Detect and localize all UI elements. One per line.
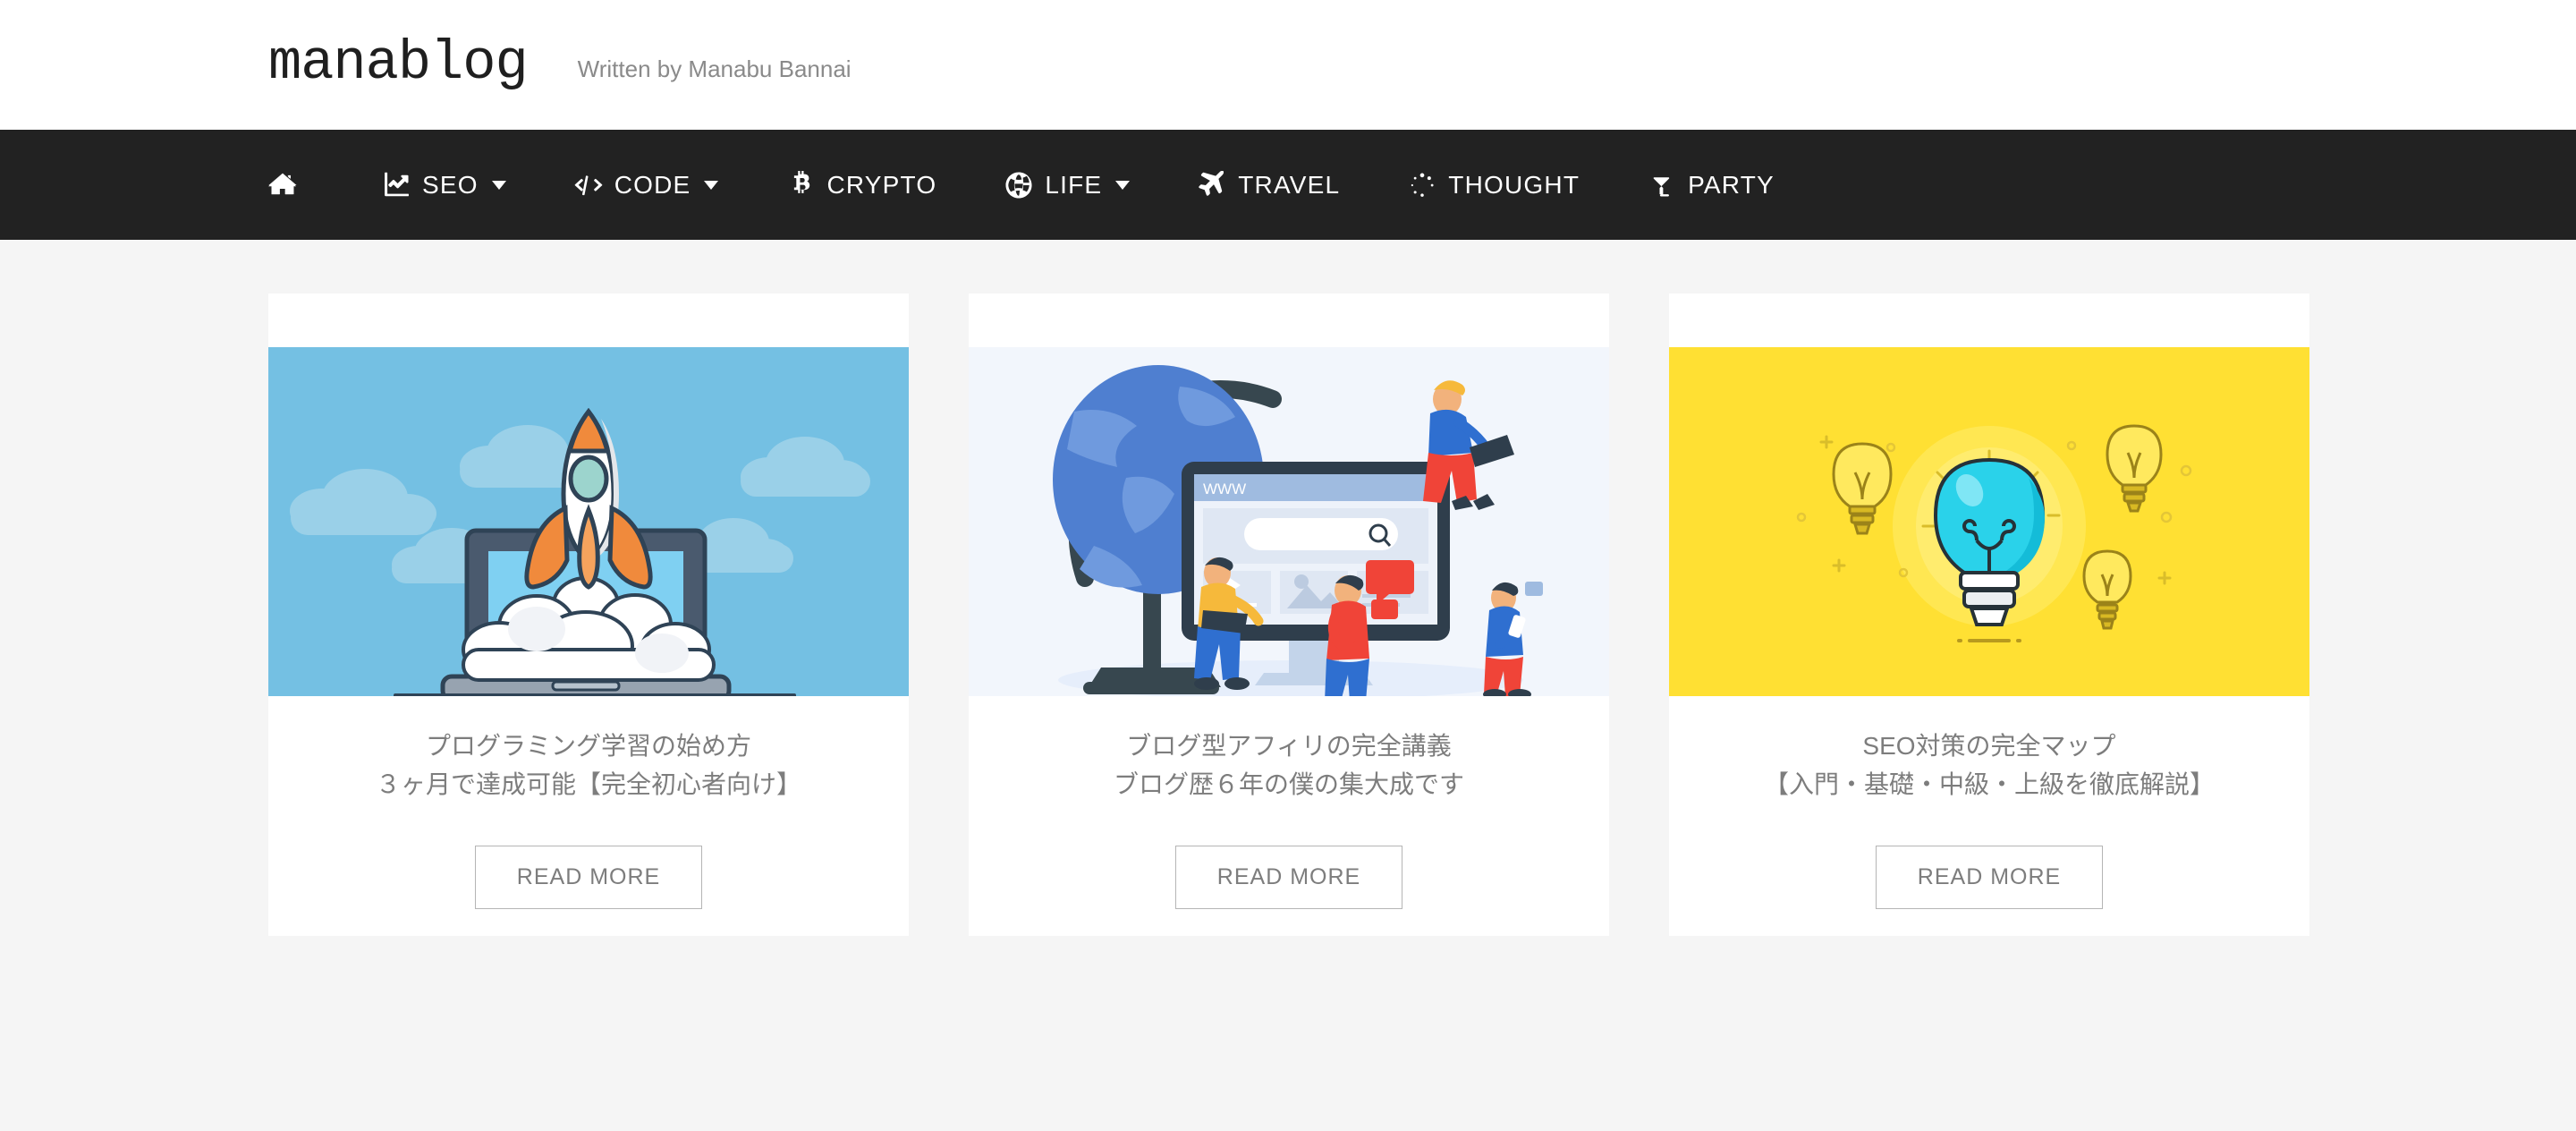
circle-notch-icon bbox=[1408, 171, 1436, 200]
home-icon bbox=[268, 171, 297, 200]
card-footer: READ MORE bbox=[1696, 845, 2283, 909]
nav-item-life[interactable]: LIFE bbox=[1004, 170, 1131, 200]
chevron-down-icon bbox=[704, 180, 719, 190]
article-card-grid: プログラミング学習の始め方 ３ヶ月で達成可能【完全初心者向け】 READ MOR… bbox=[0, 240, 2576, 936]
code-icon bbox=[574, 171, 603, 200]
bitcoin-icon bbox=[786, 170, 815, 200]
nav-item-crypto[interactable]: CRYPTO bbox=[786, 170, 937, 200]
read-more-button[interactable]: READ MORE bbox=[474, 845, 703, 909]
chevron-down-icon bbox=[1115, 180, 1131, 190]
nav-item-party[interactable]: PARTY bbox=[1648, 171, 1775, 200]
nav-item-travel[interactable]: TRAVEL bbox=[1198, 170, 1341, 200]
card-footer: READ MORE bbox=[996, 845, 1582, 909]
chart-line-icon bbox=[382, 171, 411, 200]
card-body: ブログ型アフィリの完全講義 ブログ歴６年の僕の集大成です READ MORE bbox=[969, 696, 1609, 909]
nav-item-label: TRAVEL bbox=[1238, 170, 1341, 199]
card-title: プログラミング学習の始め方 ３ヶ月で達成可能【完全初心者向け】 bbox=[295, 727, 882, 804]
card-title-line1: ブログ型アフィリの完全講義 bbox=[1126, 732, 1452, 760]
card-title-line1: SEO対策の完全マップ bbox=[1862, 732, 2116, 760]
nav-item-label: PARTY bbox=[1688, 170, 1775, 199]
nav-item-label: CODE bbox=[614, 170, 691, 199]
nav-item-code[interactable]: CODE bbox=[574, 171, 719, 200]
card-top-spacer bbox=[1669, 293, 2309, 347]
nav-item-label: CRYPTO bbox=[826, 170, 937, 199]
card-title-line2: ３ヶ月で達成可能【完全初心者向け】 bbox=[375, 770, 801, 799]
card-title-line2: ブログ歴６年の僕の集大成です bbox=[1113, 770, 1464, 799]
site-header: manablog Written by Manabu Bannai bbox=[0, 0, 2576, 130]
card-title: SEO対策の完全マップ 【入門・基礎・中級・上級を徹底解説】 bbox=[1696, 727, 2283, 804]
site-logo[interactable]: manablog bbox=[268, 35, 529, 91]
card-body: SEO対策の完全マップ 【入門・基礎・中級・上級を徹底解説】 READ MORE bbox=[1669, 696, 2309, 909]
read-more-button[interactable]: READ MORE bbox=[1875, 845, 2104, 909]
chevron-down-icon bbox=[491, 180, 506, 190]
card-body: プログラミング学習の始め方 ３ヶ月で達成可能【完全初心者向け】 READ MOR… bbox=[268, 696, 909, 909]
site-byline: Written by Manabu Bannai bbox=[577, 55, 852, 82]
card-title: ブログ型アフィリの完全講義 ブログ歴６年の僕の集大成です bbox=[996, 727, 1582, 804]
nav-item-seo[interactable]: SEO bbox=[382, 171, 506, 200]
card-title-line2: 【入門・基礎・中級・上級を徹底解説】 bbox=[1763, 770, 2215, 799]
lightbulb-illustration bbox=[1669, 347, 2309, 696]
rocket-laptop-illustration bbox=[268, 347, 909, 696]
card-title-line1: プログラミング学習の始め方 bbox=[425, 732, 751, 760]
nav-item-thought[interactable]: THOUGHT bbox=[1408, 171, 1580, 200]
cocktail-icon bbox=[1648, 171, 1676, 200]
nav-item-home[interactable] bbox=[268, 171, 309, 200]
globe-monitor-illustration: WWW bbox=[969, 347, 1609, 696]
card-footer: READ MORE bbox=[295, 845, 882, 909]
nav-item-label: THOUGHT bbox=[1448, 170, 1580, 199]
read-more-button[interactable]: READ MORE bbox=[1174, 845, 1403, 909]
main-navigation: SEO CODE CRYPTO LIFE TRAVEL THOUGHT PART… bbox=[0, 130, 2576, 240]
plane-icon bbox=[1198, 170, 1226, 200]
article-card[interactable]: WWW ブログ型アフィリの完全講義 ブログ歴６年の僕の集大成です READ MO… bbox=[969, 293, 1609, 936]
svg-text:WWW: WWW bbox=[1203, 480, 1246, 497]
nav-item-label: LIFE bbox=[1045, 170, 1103, 199]
article-card[interactable]: プログラミング学習の始め方 ３ヶ月で達成可能【完全初心者向け】 READ MOR… bbox=[268, 293, 909, 936]
card-top-spacer bbox=[268, 293, 909, 347]
card-top-spacer bbox=[969, 293, 1609, 347]
nav-item-label: SEO bbox=[422, 170, 479, 199]
globe-icon bbox=[1004, 171, 1033, 200]
article-card[interactable]: SEO対策の完全マップ 【入門・基礎・中級・上級を徹底解説】 READ MORE bbox=[1669, 293, 2309, 936]
